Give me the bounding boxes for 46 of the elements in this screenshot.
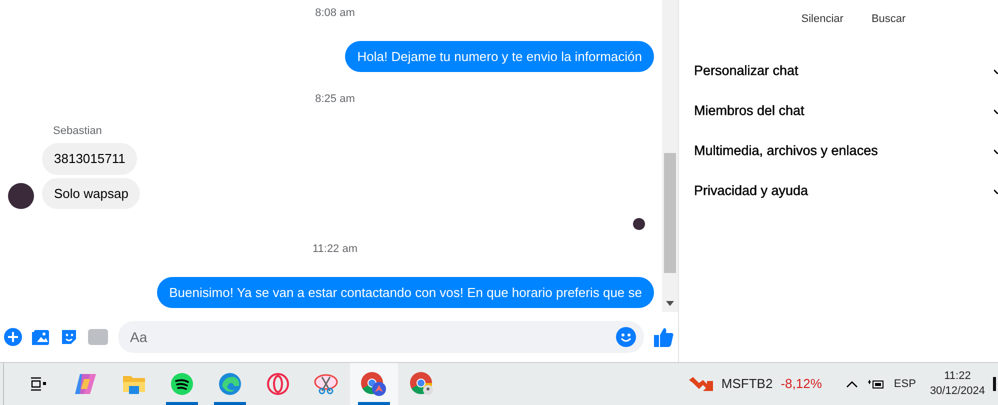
opera-icon [267, 373, 289, 395]
sender-name: Sebastian [53, 125, 102, 137]
section-header[interactable]: Personalizar chat [679, 52, 998, 92]
clock-date[interactable]: 30/12/2024 [930, 384, 985, 399]
chrome-icon [410, 372, 434, 396]
language-indicator[interactable]: ESP [894, 376, 916, 392]
message-bubble: Hola! Dejame tu numero y te envio la información [345, 40, 654, 72]
section-header[interactable]: Multimedia, archivos y enlaces [679, 132, 998, 172]
stock-symbol: MSFTB2 [721, 375, 773, 394]
thumbs-up-icon[interactable] [654, 327, 674, 347]
image-icon[interactable] [32, 328, 50, 346]
plus-icon[interactable] [4, 328, 22, 346]
section-header[interactable]: Privacidad y ayuda [679, 172, 998, 212]
copilot-icon [74, 373, 98, 395]
message-bubble: Solo wapsap [42, 178, 140, 209]
chevron-icon [994, 109, 998, 114]
action-label: Silenciar [801, 12, 844, 27]
message-bubble: 3813015711 [42, 143, 138, 174]
stock-change: -8,12% [780, 375, 822, 394]
task-view-icon [30, 377, 46, 391]
folder-icon [123, 374, 145, 394]
edge-icon [219, 373, 241, 395]
message-input-field[interactable]: Aa [118, 321, 644, 353]
clock-time[interactable]: 11:22 [944, 369, 971, 384]
scrollbar-thumb[interactable] [664, 153, 676, 273]
chrome-icon [361, 372, 387, 396]
scroll-down-icon[interactable] [666, 301, 674, 306]
seen-avatar [633, 218, 645, 230]
chevron-icon [994, 69, 998, 74]
scissors-icon [314, 373, 338, 395]
chevron-icon [994, 149, 998, 154]
timestamp: 8:08 am [315, 6, 355, 21]
message-bubble: Buenisimo! Ya se van a estar contactando con vos! En que horario preferis que se [157, 276, 654, 308]
chevron-icon [994, 189, 998, 194]
timestamp: 8:25 am [315, 92, 355, 106]
scrollbar[interactable] [662, 0, 678, 312]
avatar [8, 183, 34, 209]
battery-icon[interactable] [868, 379, 884, 389]
stock-down-icon [689, 377, 714, 391]
action-label: Buscar [871, 12, 906, 27]
sticker-icon[interactable] [60, 328, 78, 346]
chevron-up-icon[interactable] [846, 380, 858, 388]
spotify-icon [171, 373, 193, 395]
emoji-icon[interactable] [616, 327, 636, 347]
timestamp: 11:22 am [312, 242, 358, 257]
section-header[interactable]: Miembros del chat [679, 92, 998, 132]
